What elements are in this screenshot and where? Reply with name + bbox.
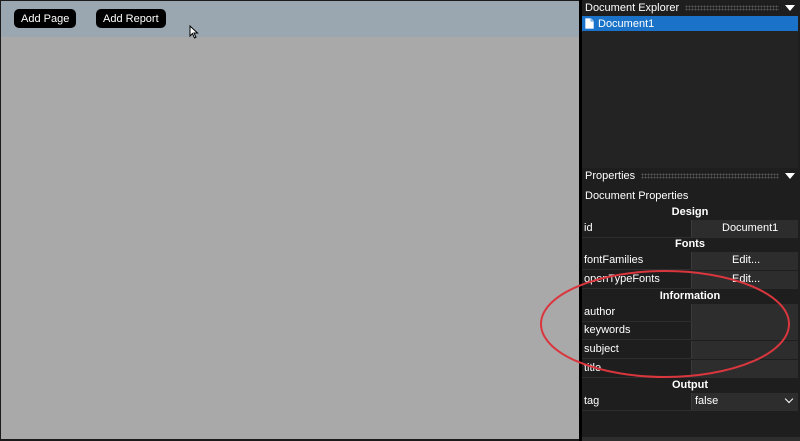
properties-title: Properties (585, 170, 636, 182)
id-field[interactable]: Document1 (691, 220, 798, 237)
canvas-toolbar: Add Page Add Report (1, 1, 579, 37)
title-field[interactable] (691, 360, 798, 377)
side-panel: Document Explorer Document1 Properties D… (582, 0, 800, 441)
drag-grip[interactable] (641, 173, 779, 179)
document-tree: Document1 (582, 16, 798, 168)
document-explorer-title: Document Explorer (585, 2, 680, 14)
tree-item-document1[interactable]: Document1 (582, 16, 798, 31)
tree-item-label: Document1 (598, 17, 655, 30)
tag-value: false (695, 395, 719, 407)
chevron-down-icon[interactable] (785, 5, 795, 11)
chevron-down-icon[interactable] (785, 173, 795, 179)
edit-label: Edit... (732, 254, 761, 266)
id-value: Document1 (722, 222, 779, 234)
opentypefonts-edit-button[interactable]: Edit... (691, 271, 798, 288)
property-label: keywords (584, 324, 631, 336)
property-row-fontfamilies: fontFamilies Edit... (582, 252, 798, 270)
property-row-opentypefonts: openTypeFonts Edit... (582, 271, 798, 289)
design-canvas[interactable]: Add Page Add Report (1, 1, 579, 439)
section-fonts: Fonts (675, 238, 705, 250)
panel-bottom-edge (582, 437, 800, 441)
document-properties-title: Document Properties (585, 190, 689, 202)
properties-header: Properties (582, 168, 800, 184)
property-label: title (584, 362, 602, 374)
subject-field[interactable] (691, 341, 798, 358)
property-label: fontFamilies (584, 254, 644, 266)
add-report-button[interactable]: Add Report (96, 9, 166, 28)
section-design: Design (671, 206, 709, 218)
property-label: openTypeFonts (584, 273, 660, 285)
property-row-subject: subject (582, 341, 798, 359)
document-icon (585, 18, 594, 29)
property-row-keywords: keywords (582, 322, 798, 340)
author-field[interactable] (691, 304, 798, 321)
mouse-cursor-icon (189, 25, 199, 39)
tag-select[interactable]: false (691, 393, 798, 410)
property-row-author: author (582, 304, 798, 322)
property-row-tag: tag false (582, 393, 798, 411)
document-explorer-header: Document Explorer (582, 0, 800, 16)
property-row-id: id Document1 (582, 220, 798, 238)
chevron-down-icon (784, 394, 794, 404)
section-information: Information (659, 290, 721, 302)
property-row-title: title (582, 360, 798, 378)
add-page-button[interactable]: Add Page (14, 9, 77, 28)
edit-label: Edit... (732, 273, 761, 285)
fontfamilies-edit-button[interactable]: Edit... (691, 252, 798, 269)
drag-grip[interactable] (685, 5, 779, 11)
property-label: id (584, 222, 593, 234)
property-label: subject (584, 343, 619, 355)
property-label: author (584, 306, 616, 318)
property-label: tag (584, 395, 600, 407)
section-output: Output (671, 379, 709, 391)
keywords-field[interactable] (691, 322, 798, 339)
